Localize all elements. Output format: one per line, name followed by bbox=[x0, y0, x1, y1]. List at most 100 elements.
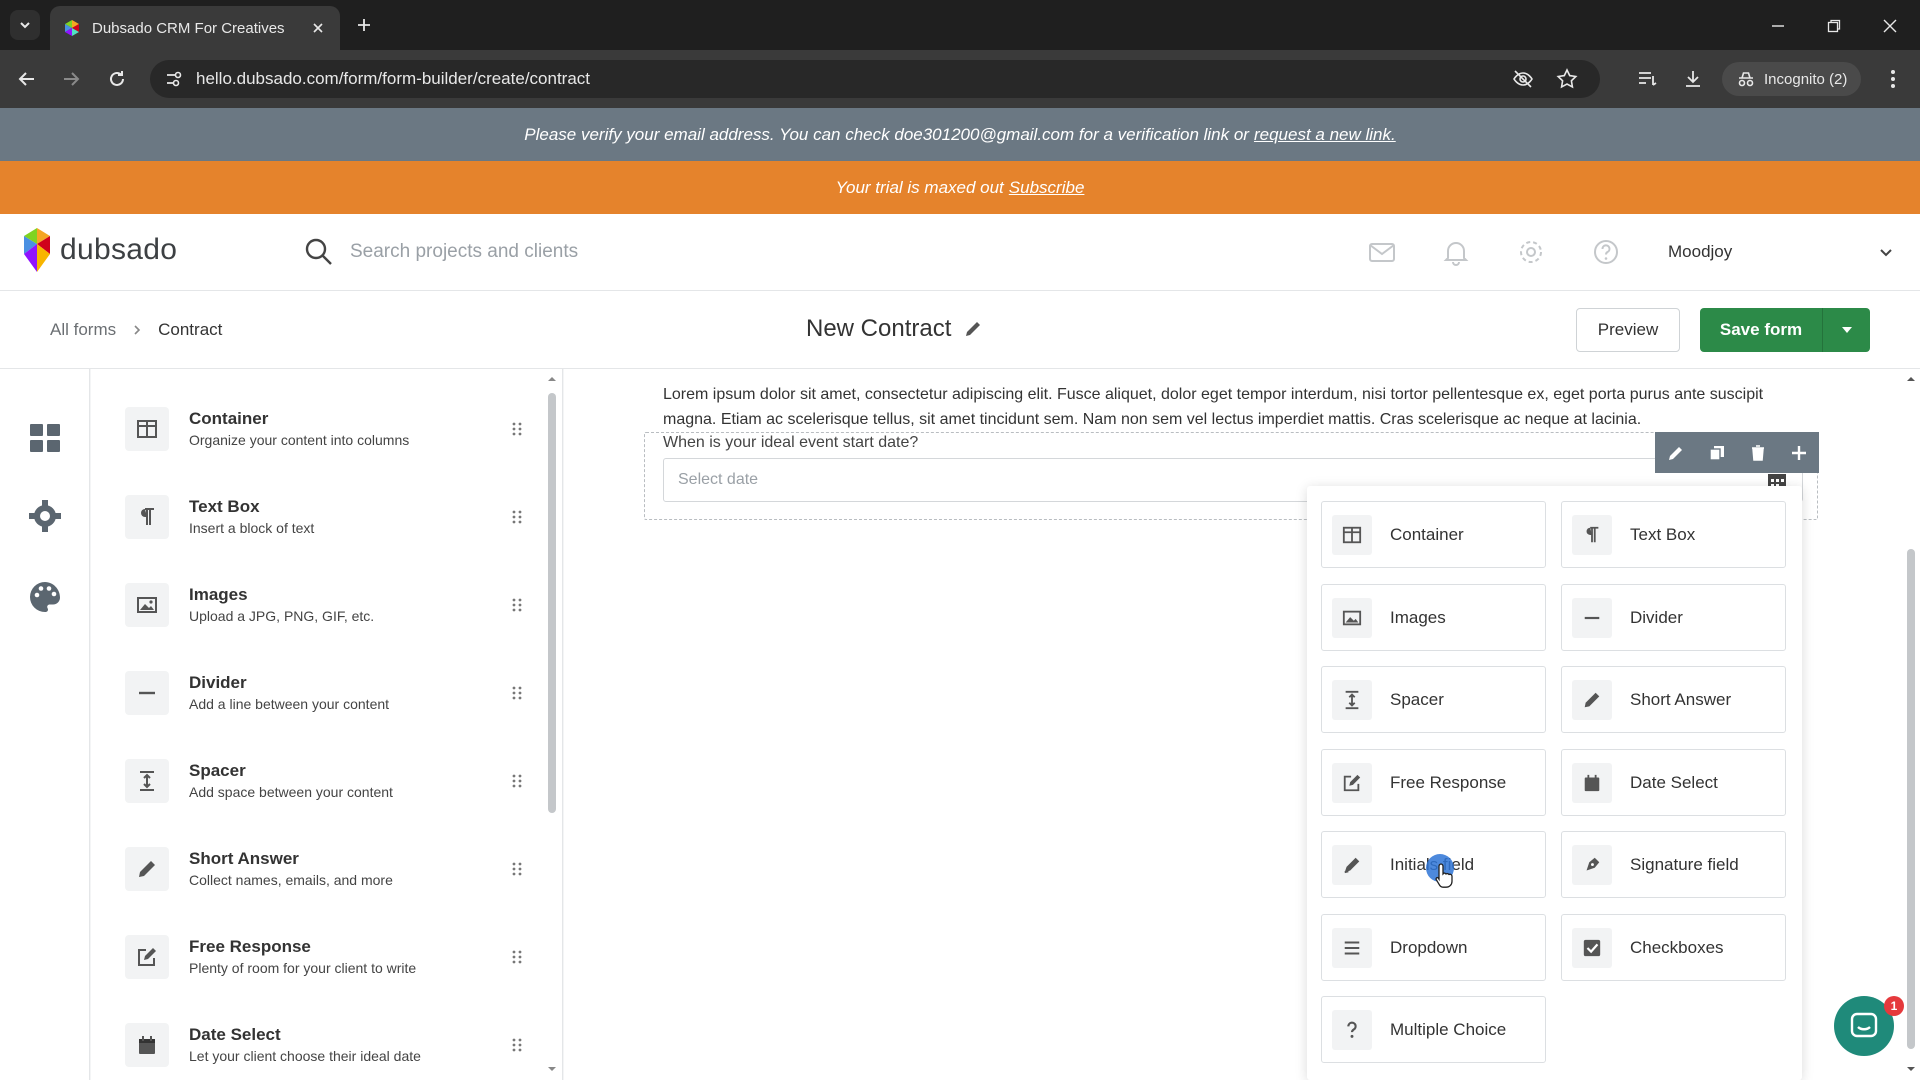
tab-search-button[interactable] bbox=[10, 10, 40, 40]
option-label: Dropdown bbox=[1390, 937, 1468, 957]
add-divider-option[interactable]: Divider bbox=[1561, 584, 1786, 651]
drag-handle-icon[interactable] bbox=[509, 421, 525, 437]
settings-gear-icon[interactable] bbox=[28, 499, 62, 533]
dashboard-grid-icon[interactable] bbox=[28, 421, 62, 455]
add-multiple-choice-option[interactable]: Multiple Choice bbox=[1321, 996, 1546, 1063]
add-text-box-option[interactable]: Text Box bbox=[1561, 501, 1786, 568]
drag-handle-icon[interactable] bbox=[509, 949, 525, 965]
elements-panel-scrollbar[interactable] bbox=[545, 373, 559, 1077]
scroll-down-icon[interactable] bbox=[1906, 1065, 1916, 1073]
option-label: Signature field bbox=[1630, 854, 1739, 874]
breadcrumb-all-forms[interactable]: All forms bbox=[50, 320, 116, 340]
restore-button[interactable] bbox=[1822, 14, 1846, 38]
pencil-icon[interactable] bbox=[963, 319, 983, 339]
scrollbar-thumb[interactable] bbox=[548, 393, 556, 813]
palette-icon[interactable] bbox=[28, 580, 62, 614]
add-images-option[interactable]: Images bbox=[1321, 584, 1546, 651]
element-images[interactable]: Images Upload a JPG, PNG, GIF, etc. bbox=[125, 569, 535, 641]
drag-handle-icon[interactable] bbox=[509, 685, 525, 701]
element-icon-box bbox=[125, 407, 169, 451]
gear-icon[interactable] bbox=[1517, 238, 1545, 266]
download-icon[interactable] bbox=[1682, 68, 1704, 90]
media-control-icon[interactable] bbox=[1636, 68, 1658, 90]
caret-down-icon bbox=[1841, 327, 1852, 333]
user-name[interactable]: Moodjoy bbox=[1668, 242, 1732, 262]
add-short-answer-option[interactable]: Short Answer bbox=[1561, 666, 1786, 733]
browser-tab[interactable]: Dubsado CRM For Creatives bbox=[50, 6, 340, 50]
close-icon[interactable] bbox=[310, 20, 326, 36]
edit-field-button[interactable] bbox=[1655, 432, 1696, 473]
element-icon-box bbox=[125, 759, 169, 803]
duplicate-field-button[interactable] bbox=[1696, 432, 1737, 473]
scroll-up-icon[interactable] bbox=[1906, 375, 1916, 383]
drag-handle-icon[interactable] bbox=[509, 1037, 525, 1053]
incognito-label: Incognito (2) bbox=[1764, 70, 1848, 88]
element-date-select[interactable]: Date Select Let your client choose their… bbox=[125, 1009, 535, 1080]
star-icon[interactable] bbox=[1556, 68, 1578, 90]
drag-handle-icon[interactable] bbox=[509, 861, 525, 877]
element-short-answer[interactable]: Short Answer Collect names, emails, and … bbox=[125, 833, 535, 905]
scroll-up-icon[interactable] bbox=[545, 373, 559, 383]
delete-field-button[interactable] bbox=[1737, 432, 1778, 473]
close-window-button[interactable] bbox=[1878, 14, 1902, 38]
add-date-select-option[interactable]: Date Select bbox=[1561, 749, 1786, 816]
element-name: Short Answer bbox=[189, 849, 299, 868]
drag-handle-icon[interactable] bbox=[509, 773, 525, 789]
address-bar[interactable]: hello.dubsado.com/form/form-builder/crea… bbox=[150, 60, 1600, 98]
save-form-button[interactable]: Save form bbox=[1700, 308, 1822, 352]
element-text: Date Select Let your client choose their… bbox=[189, 1024, 509, 1066]
add-checkboxes-option[interactable]: Checkboxes bbox=[1561, 914, 1786, 981]
element-text-box[interactable]: Text Box Insert a block of text bbox=[125, 481, 535, 553]
form-title[interactable]: New Contract bbox=[806, 315, 983, 343]
element-free-response[interactable]: Free Response Plenty of room for your cl… bbox=[125, 921, 535, 993]
request-new-link[interactable]: request a new link. bbox=[1254, 125, 1396, 145]
save-options-dropdown[interactable] bbox=[1822, 308, 1870, 352]
calendar-icon bbox=[139, 1036, 155, 1054]
forward-button[interactable] bbox=[58, 66, 84, 92]
chat-icon bbox=[1850, 1012, 1878, 1038]
text-box-content[interactable]: Lorem ipsum dolor sit amet, consectetur … bbox=[663, 382, 1803, 432]
option-icon-box bbox=[1332, 844, 1372, 885]
search-icon[interactable] bbox=[304, 237, 334, 267]
minimize-button[interactable] bbox=[1766, 14, 1790, 38]
option-label: Images bbox=[1390, 607, 1446, 627]
subscribe-link[interactable]: Subscribe bbox=[1009, 178, 1085, 198]
breadcrumb-current: Contract bbox=[158, 320, 223, 339]
builder-side-rail bbox=[0, 369, 90, 1080]
add-dropdown-option[interactable]: Dropdown bbox=[1321, 914, 1546, 981]
date-field-label: When is your ideal event start date? bbox=[663, 434, 919, 451]
element-container[interactable]: Container Organize your content into col… bbox=[125, 393, 535, 465]
scroll-down-icon[interactable] bbox=[545, 1065, 559, 1075]
drag-handle-icon[interactable] bbox=[509, 597, 525, 613]
element-name: Container bbox=[189, 409, 269, 428]
mail-icon[interactable] bbox=[1368, 238, 1396, 266]
add-signature-field-option[interactable]: Signature field bbox=[1561, 831, 1786, 898]
help-icon[interactable] bbox=[1592, 238, 1620, 266]
dubsado-logo[interactable]: dubsado bbox=[22, 228, 177, 272]
incognito-indicator[interactable]: Incognito (2) bbox=[1722, 62, 1862, 96]
add-element-button[interactable] bbox=[1778, 432, 1819, 473]
url-text[interactable]: hello.dubsado.com/form/form-builder/crea… bbox=[196, 69, 1512, 89]
new-tab-button[interactable] bbox=[352, 13, 376, 37]
chevron-down-icon[interactable] bbox=[1878, 244, 1894, 260]
element-spacer[interactable]: Spacer Add space between your content bbox=[125, 745, 535, 817]
reload-button[interactable] bbox=[104, 66, 130, 92]
site-info-icon[interactable] bbox=[164, 69, 184, 89]
drag-handle-icon[interactable] bbox=[509, 509, 525, 525]
kebab-menu-icon[interactable] bbox=[1882, 68, 1904, 90]
element-divider[interactable]: Divider Add a line between your content bbox=[125, 657, 535, 729]
add-spacer-option[interactable]: Spacer bbox=[1321, 666, 1546, 733]
search-input[interactable] bbox=[350, 232, 910, 272]
eye-off-icon[interactable] bbox=[1512, 68, 1534, 90]
add-free-response-option[interactable]: Free Response bbox=[1321, 749, 1546, 816]
add-container-option[interactable]: Container bbox=[1321, 501, 1546, 568]
bell-icon[interactable] bbox=[1442, 238, 1470, 266]
dubsado-logo-icon bbox=[24, 228, 50, 272]
container-icon bbox=[137, 420, 157, 438]
back-button[interactable] bbox=[14, 66, 40, 92]
image-icon bbox=[137, 597, 157, 613]
page-scrollbar[interactable] bbox=[1902, 369, 1920, 1080]
scrollbar-thumb[interactable] bbox=[1907, 549, 1915, 1049]
preview-button[interactable]: Preview bbox=[1576, 308, 1680, 352]
element-text: Images Upload a JPG, PNG, GIF, etc. bbox=[189, 584, 509, 626]
